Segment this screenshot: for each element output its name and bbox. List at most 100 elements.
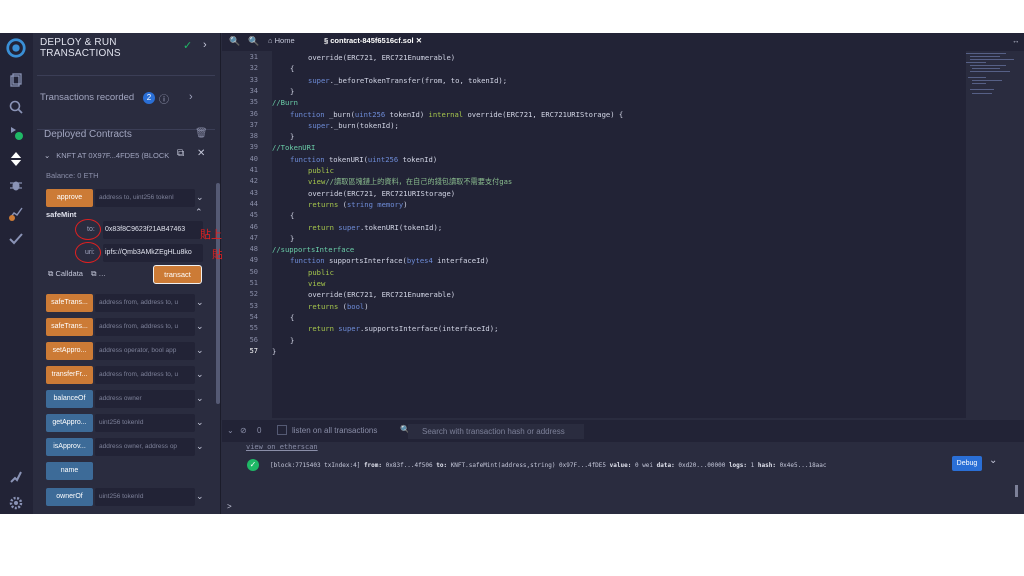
listen-checkbox[interactable] (277, 425, 287, 435)
terminal-toolbar: ⌄ ⊘ 0 listen on all transactions 🔍 Searc… (222, 420, 1024, 442)
check-icon: ✓ (183, 40, 193, 52)
chevron-down-icon[interactable]: ⌄ (196, 297, 204, 308)
transferfrom-button[interactable]: transferFr... (46, 366, 93, 384)
panel-scrollbar[interactable] (216, 183, 220, 404)
chevron-down-icon[interactable]: ⌄ (989, 455, 997, 466)
close-icon[interactable]: ✕ (197, 148, 205, 159)
line-number: 37 (249, 120, 258, 129)
approve-args-input[interactable]: address to, uint256 tokenI (95, 189, 195, 207)
code-editor[interactable]: 31 32 33 34 35 36 37 38 39 40 41 42 43 4… (222, 51, 1024, 418)
copy-icon[interactable]: ⧉ (91, 269, 96, 278)
function-args-input[interactable]: address from, address to, u (95, 318, 195, 336)
chevron-down-icon[interactable]: ⌄ (196, 369, 204, 380)
safetransferfrom-data-button[interactable]: safeTrans... (46, 318, 93, 336)
function-args-input[interactable]: uint256 tokenId (95, 488, 195, 506)
chevron-down-icon[interactable]: ⌄ (196, 321, 204, 332)
function-row: safeTrans... address from, address to, u… (46, 294, 204, 312)
zoom-in-icon[interactable]: 🔍 (248, 36, 259, 47)
editor-menu-icon[interactable]: ↔ (1012, 36, 1020, 45)
debugger-icon[interactable] (6, 175, 26, 195)
function-args-input[interactable]: address owner (95, 390, 195, 408)
balanceof-button[interactable]: balanceOf (46, 390, 93, 408)
name-button[interactable]: name (46, 462, 93, 480)
param-to-input[interactable]: 0x83f8C9623f21AB47463 (103, 221, 203, 239)
code-line: override(ERC721, ERC721Enumerable) (308, 290, 456, 300)
line-number: 34 (249, 86, 258, 95)
line-number: 52 (249, 290, 258, 299)
contract-balance: Balance: 0 ETH (46, 171, 99, 180)
chevron-right-icon[interactable]: › (189, 91, 193, 103)
code-minimap[interactable] (966, 53, 1016, 113)
analysis-icon[interactable] (6, 203, 26, 223)
search-icon[interactable] (6, 97, 26, 117)
tab-contract-file[interactable]: § contract-845f6516cf.sol ✕ (324, 36, 422, 45)
trash-icon[interactable]: 🗑 (195, 128, 208, 139)
deploy-run-icon[interactable] (6, 149, 26, 169)
code-area[interactable] (272, 51, 966, 418)
transact-button[interactable]: transact (153, 265, 202, 284)
compiler-icon[interactable] (6, 123, 26, 143)
code-line: } (272, 346, 277, 356)
chevron-up-icon[interactable]: ⌃ (195, 207, 203, 218)
success-check-icon: ✓ (247, 459, 259, 471)
calldata-copy[interactable]: ⧉ Calldata ⧉ … (48, 269, 106, 279)
copy-icon[interactable]: ⧉ (48, 269, 53, 278)
safemint-label: safeMint (46, 210, 77, 219)
param-uri-input[interactable]: ipfs://Qmb3AMkZEgHLu8ko (103, 244, 203, 262)
chevron-down-icon[interactable]: ⌄ (196, 345, 204, 356)
close-icon[interactable]: ✕ (416, 36, 422, 45)
function-args-input[interactable]: uint256 tokenId (95, 414, 195, 432)
view-on-etherscan-link[interactable]: view on etherscan (246, 443, 318, 451)
chevron-down-icon[interactable]: ⌄ (196, 491, 204, 502)
chevron-down-icon[interactable]: ⌄ (196, 192, 204, 203)
testing-icon[interactable] (6, 229, 26, 249)
chevron-down-icon[interactable]: ⌄ (196, 393, 204, 404)
settings-gear-icon[interactable] (6, 493, 26, 513)
safetransferfrom-button[interactable]: safeTrans... (46, 294, 93, 312)
remix-logo-icon[interactable] (4, 37, 28, 61)
function-args-input[interactable]: address owner, address op (95, 438, 195, 456)
transaction-search-input[interactable]: Search with transaction hash or address (408, 424, 584, 439)
code-line: returns (bool) (308, 301, 369, 311)
setapprovalforall-button[interactable]: setAppro... (46, 342, 93, 360)
zoom-out-icon[interactable]: 🔍 (229, 36, 240, 47)
info-icon[interactable]: ⓘ (159, 91, 169, 106)
function-args-input[interactable]: address from, address to, u (95, 294, 195, 312)
function-args-input[interactable]: address operator, bool app (95, 342, 195, 360)
collapse-terminal-icon[interactable]: ⌄ (227, 426, 234, 435)
chevron-down-icon[interactable]: ⌄ (196, 417, 204, 428)
clear-console-icon[interactable]: ⊘ (240, 426, 247, 435)
tab-home[interactable]: ⌂ Home (268, 36, 295, 45)
code-line: public (308, 267, 334, 277)
terminal-scrollbar[interactable] (1015, 485, 1018, 497)
code-line: function supportsInterface(bytes4 interf… (290, 256, 490, 266)
ownerof-button[interactable]: ownerOf (46, 488, 93, 506)
function-row: isApprov... address owner, address op ⌄ (46, 438, 204, 456)
chevron-down-icon[interactable]: ⌄ (196, 441, 204, 452)
isapprovedforall-button[interactable]: isApprov... (46, 438, 93, 456)
chevron-right-icon[interactable]: › (203, 39, 207, 51)
plugin-manager-icon[interactable] (6, 467, 26, 487)
chevron-down-icon[interactable]: ⌄ (44, 151, 50, 160)
transactions-recorded-label[interactable]: Transactions recorded (40, 92, 134, 103)
copy-icon[interactable]: ⧉ (177, 148, 184, 159)
code-line: public (308, 166, 334, 175)
approve-button[interactable]: approve (46, 189, 93, 207)
line-number: 35 (249, 98, 258, 107)
line-number: 57 (249, 346, 258, 355)
function-row: getAppro... uint256 tokenId ⌄ (46, 414, 204, 432)
debug-button[interactable]: Debug (952, 456, 982, 471)
deployed-contract-header[interactable]: ⌄ KNFT AT 0X97F...4FDE5 (BLOCK (44, 151, 169, 160)
code-line: function tokenURI(uint256 tokenId) (290, 154, 438, 164)
console-prompt[interactable]: > (227, 502, 232, 511)
line-number: 42 (249, 177, 258, 186)
getapproved-button[interactable]: getAppro... (46, 414, 93, 432)
function-args-input[interactable]: address from, address to, u (95, 366, 195, 384)
home-icon: ⌂ (268, 36, 275, 45)
file-explorer-icon[interactable] (6, 71, 26, 91)
code-line: } (290, 335, 295, 345)
function-row: ownerOf uint256 tokenId ⌄ (46, 488, 204, 506)
transactions-count-badge: 2 (143, 92, 155, 104)
transaction-log-line[interactable]: [block:7715403 txIndex:4] from: 0x83f...… (270, 462, 827, 469)
code-line: override(ERC721, ERC721Enumerable) (308, 53, 456, 62)
